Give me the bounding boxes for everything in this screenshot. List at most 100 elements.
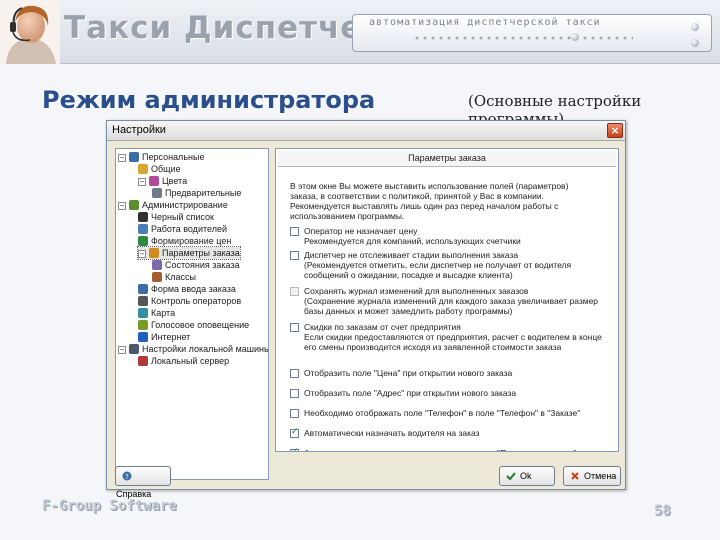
checkbox[interactable] bbox=[290, 251, 299, 260]
panel-description: В этом окне Вы можете выставить использо… bbox=[290, 181, 569, 221]
document-icon bbox=[152, 188, 162, 198]
orb-icon bbox=[571, 33, 579, 41]
tree-item-label: Состояния заказа bbox=[165, 260, 240, 270]
price-icon bbox=[138, 236, 148, 246]
checkbox bbox=[290, 287, 299, 296]
class-icon bbox=[152, 272, 162, 282]
tree-item-label: Черный список bbox=[151, 212, 214, 222]
cancel-button[interactable]: Отмена bbox=[563, 466, 621, 486]
tree-item[interactable]: Локальный сервер bbox=[138, 355, 229, 367]
tree-item[interactable]: Предварительные bbox=[152, 187, 241, 199]
option-row: Необходимо отображать поле "Телефон" в п… bbox=[290, 408, 612, 418]
tagline: автоматизация диспетчерской такси bbox=[369, 17, 601, 28]
option-label: Автоматически устанавливать состояние за… bbox=[304, 448, 612, 451]
tree-toggle[interactable]: − bbox=[118, 346, 126, 354]
tree-toggle[interactable]: − bbox=[118, 154, 126, 162]
folder-icon bbox=[138, 164, 148, 174]
tree-item[interactable]: Карта bbox=[138, 307, 175, 319]
option-note: Если скидки предоставляются от предприят… bbox=[304, 332, 602, 352]
close-button[interactable]: × bbox=[607, 123, 623, 138]
map-icon bbox=[138, 308, 148, 318]
svg-text:?: ? bbox=[125, 473, 129, 481]
tree-item-label: Локальный сервер bbox=[151, 356, 230, 366]
tree-item-label: Интернет bbox=[151, 332, 191, 342]
tree-item[interactable]: Форма ввода заказа bbox=[138, 283, 236, 295]
option-row: Автоматически устанавливать состояние за… bbox=[290, 447, 612, 451]
help-button[interactable]: ? Справка bbox=[115, 466, 171, 499]
gears-icon bbox=[129, 200, 139, 210]
checkbox-checked[interactable] bbox=[290, 427, 299, 438]
option-label: Отобразить поле "Цена" при открытии ново… bbox=[304, 368, 513, 378]
ok-button-label: Ok bbox=[520, 471, 532, 481]
tagline-box: автоматизация диспетчерской такси bbox=[352, 14, 712, 52]
tree-item-label: Параметры заказа bbox=[162, 248, 240, 258]
checkbox[interactable] bbox=[290, 389, 299, 398]
blacklist-icon bbox=[138, 212, 148, 222]
tree-item[interactable]: − Параметры заказа bbox=[137, 246, 241, 260]
ok-button[interactable]: Ok bbox=[499, 466, 555, 486]
tree-item[interactable]: − Цвета bbox=[138, 175, 187, 187]
banner: Такси Диспетчер автоматизация диспетчерс… bbox=[0, 0, 720, 64]
tree-item[interactable]: Работа водителей bbox=[138, 223, 227, 235]
cancel-icon bbox=[570, 469, 580, 480]
option-label: Диспетчер не отслеживает стадии выполнен… bbox=[304, 250, 519, 260]
tree-item[interactable]: Черный список bbox=[138, 211, 214, 223]
page-number: 58 bbox=[654, 503, 671, 519]
tree-item-label: Формирование цен bbox=[151, 236, 232, 246]
operator-headset-icon bbox=[0, 0, 60, 64]
option-label: Скидки по заказам от счет предприятия bbox=[304, 322, 461, 332]
computer-icon bbox=[129, 344, 139, 354]
tree-toggle[interactable]: − bbox=[118, 202, 126, 210]
option-label: Оператор не назначает цену bbox=[304, 226, 418, 236]
tree-item[interactable]: Состояния заказа bbox=[152, 259, 240, 271]
server-icon bbox=[138, 356, 148, 366]
checkbox[interactable] bbox=[290, 369, 299, 378]
option-row: Диспетчер не отслеживает стадии выполнен… bbox=[290, 250, 612, 280]
voice-icon bbox=[138, 320, 148, 330]
operator-icon bbox=[138, 296, 148, 306]
cancel-button-label: Отмена bbox=[584, 471, 617, 481]
tree-item[interactable]: Интернет bbox=[138, 331, 190, 343]
option-row: Сохранять журнал изменений для выполненн… bbox=[290, 286, 612, 316]
checkbox-checked[interactable] bbox=[290, 447, 299, 451]
tree-item[interactable]: Голосовое оповещение bbox=[138, 319, 249, 331]
tree-item[interactable]: Контроль операторов bbox=[138, 295, 241, 307]
page-title: Режим администратора bbox=[42, 86, 376, 114]
option-row: Отобразить поле "Адрес" при открытии нов… bbox=[290, 388, 612, 398]
tree-item-label: Настройки локальной машины bbox=[142, 344, 269, 354]
orb-icon bbox=[691, 39, 699, 47]
window-titlebar: Настройки × bbox=[107, 121, 625, 141]
panel-header: Параметры заказа bbox=[278, 151, 616, 167]
checkbox[interactable] bbox=[290, 227, 299, 236]
option-label: Сохранять журнал изменений для выполненн… bbox=[304, 286, 529, 296]
tree-item-label: Голосовое оповещение bbox=[151, 320, 250, 330]
tree-item[interactable]: Классы bbox=[152, 271, 196, 283]
tree-item[interactable]: − Настройки локальной машины bbox=[118, 343, 269, 355]
option-note: (Сохранение журнала изменений для каждог… bbox=[304, 296, 599, 316]
person-icon bbox=[129, 152, 139, 162]
tree-item[interactable]: Формирование цен bbox=[138, 235, 231, 247]
tree-item-label: Общие bbox=[151, 164, 181, 174]
settings-panel: Параметры заказа В этом окне Вы можете в… bbox=[275, 148, 619, 452]
option-note: (Рекомендуется отметить, если диспетчер … bbox=[304, 260, 572, 280]
orb-icon bbox=[691, 23, 699, 31]
tree-item-label: Администрирование bbox=[142, 200, 228, 210]
settings-tree: − Персональные Общие − Цвета Предварительные −… bbox=[115, 148, 269, 480]
tree-item[interactable]: Общие bbox=[138, 163, 181, 175]
driver-icon bbox=[138, 224, 148, 234]
option-row: Скидки по заказам от счет предприятия Есл… bbox=[290, 322, 612, 352]
option-label: Отобразить поле "Адрес" при открытии нов… bbox=[304, 388, 517, 398]
tree-item[interactable]: − Персональные bbox=[118, 151, 204, 163]
option-row: Отобразить поле "Цена" при открытии ново… bbox=[290, 368, 612, 378]
checkbox[interactable] bbox=[290, 409, 299, 418]
checkbox[interactable] bbox=[290, 323, 299, 332]
tree-item-label: Работа водителей bbox=[151, 224, 227, 234]
tree-item[interactable]: − Администрирование bbox=[118, 199, 228, 211]
tree-toggle[interactable]: − bbox=[138, 178, 146, 186]
internet-icon bbox=[138, 332, 148, 342]
palette-icon bbox=[149, 176, 159, 186]
tree-toggle[interactable]: − bbox=[138, 250, 146, 258]
window-title: Настройки bbox=[112, 124, 166, 136]
order-icon bbox=[149, 248, 159, 258]
option-label: Автоматически назначать водителя на зака… bbox=[304, 428, 480, 438]
